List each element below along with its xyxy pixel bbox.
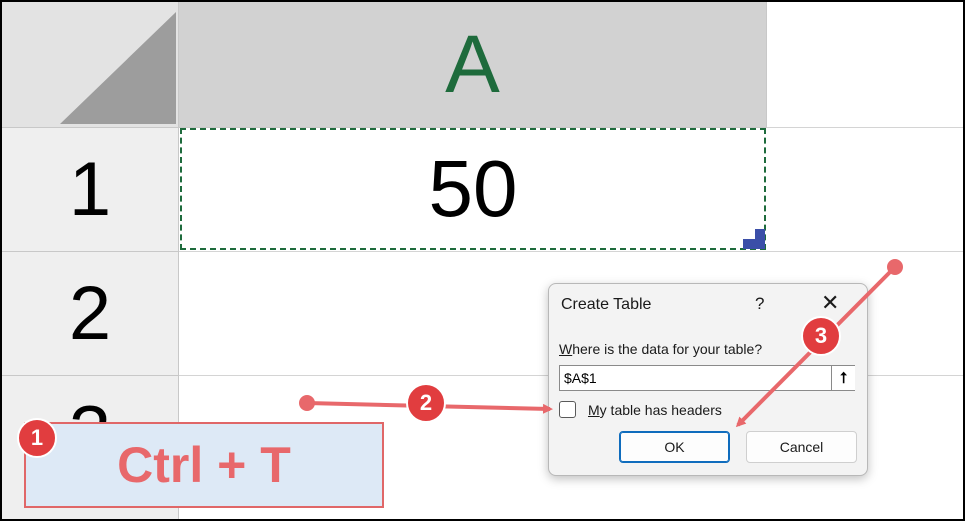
annotation-arrows [299, 259, 903, 428]
step-badge-2: 2 [406, 383, 446, 423]
spreadsheet-frame: A 1 2 3 50 Create Table ? ✕ Where is the… [0, 0, 965, 521]
step-badge-1: 1 [17, 418, 57, 458]
step-badge-3: 3 [801, 316, 841, 356]
arrow-step2-origin [299, 395, 315, 411]
arrow-step3-origin [887, 259, 903, 275]
